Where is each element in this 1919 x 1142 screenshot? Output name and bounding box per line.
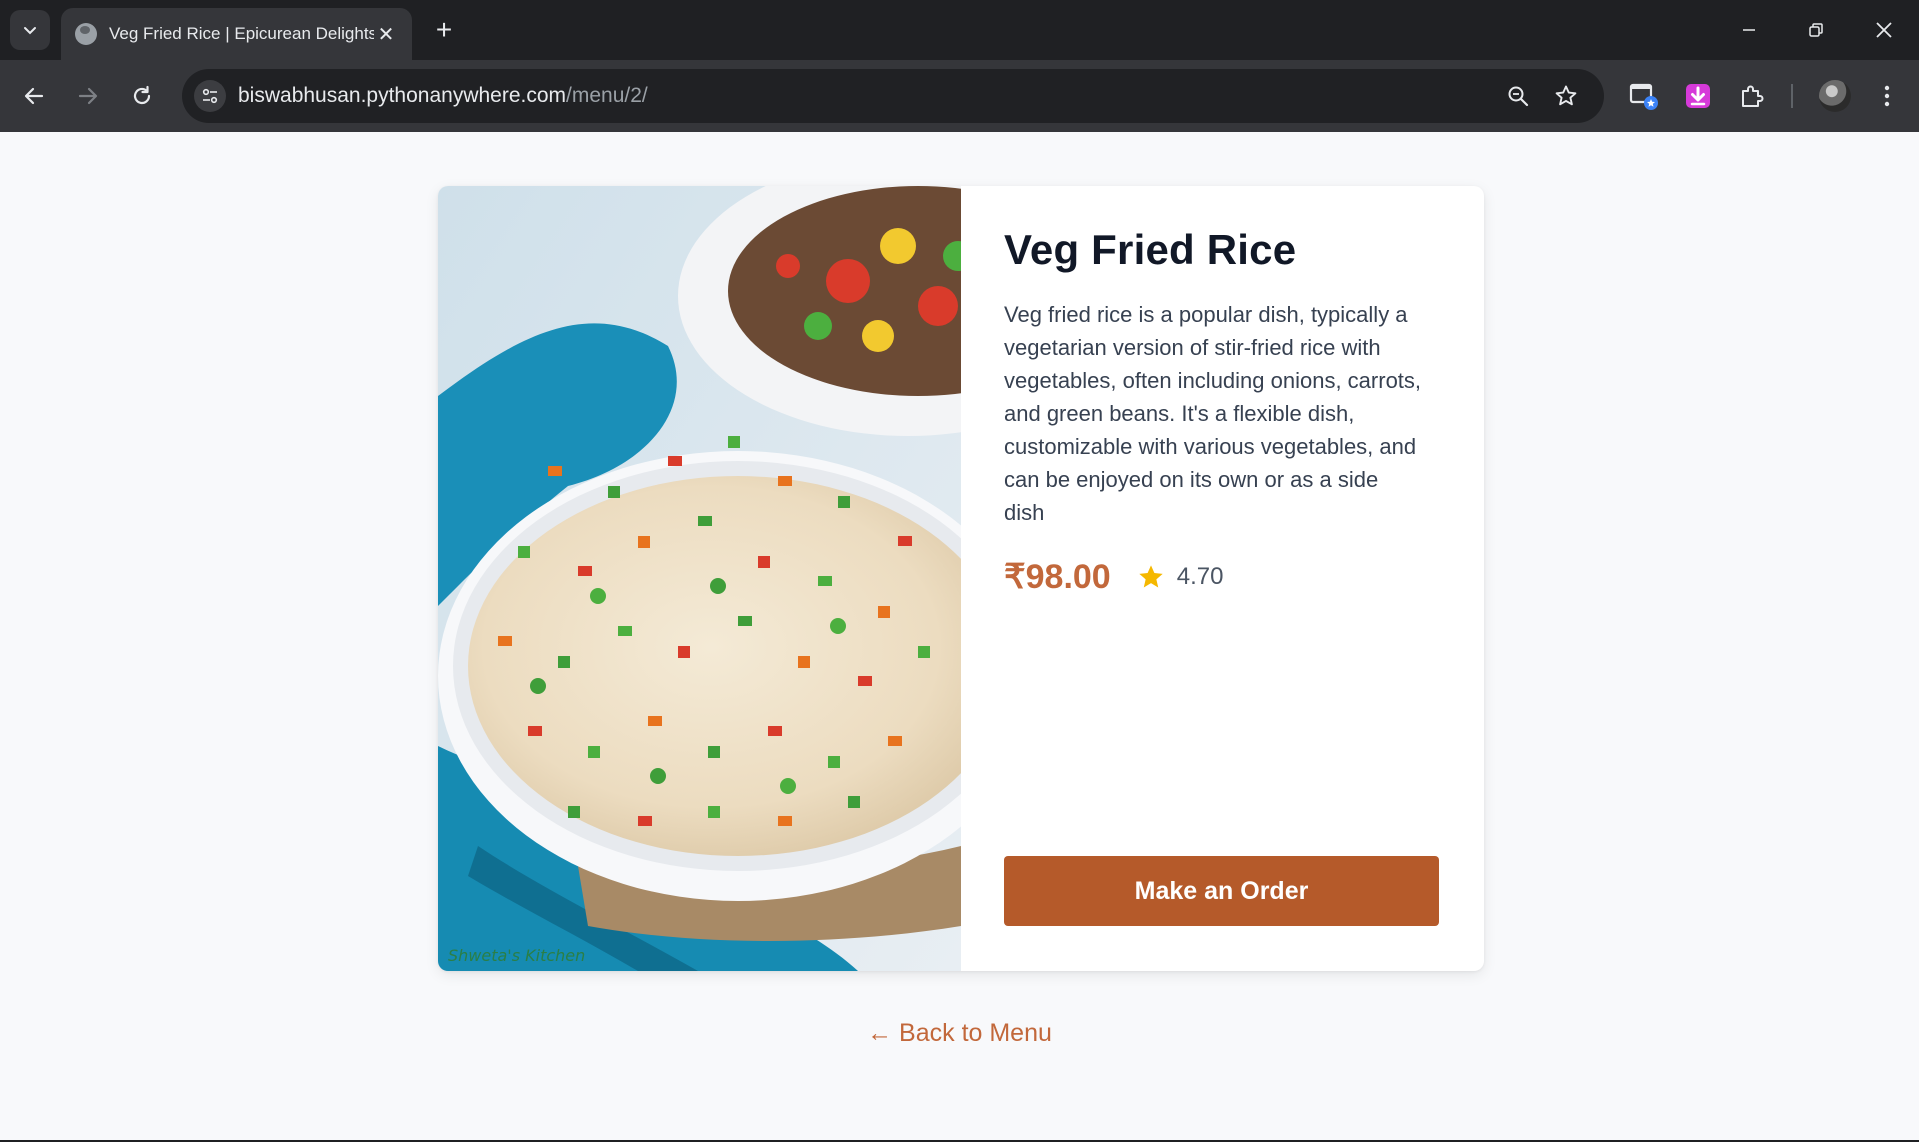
reload-icon bbox=[133, 85, 151, 105]
dish-card: Shweta's Kitchen Veg Fried Rice Veg frie… bbox=[438, 186, 1484, 971]
dish-image: Shweta's Kitchen bbox=[438, 186, 961, 971]
site-settings-icon bbox=[202, 88, 218, 104]
window-close-button[interactable] bbox=[1864, 12, 1904, 48]
chevron-down-icon bbox=[24, 27, 36, 35]
bookmark-star-icon bbox=[1555, 85, 1577, 106]
download-extension-icon bbox=[1686, 84, 1710, 108]
page-content: Shweta's Kitchen Veg Fried Rice Veg frie… bbox=[0, 132, 1919, 1142]
back-link-container: ← Back to Menu bbox=[0, 1019, 1919, 1048]
globe-icon bbox=[75, 23, 97, 45]
dish-description: Veg fried rice is a popular dish, typica… bbox=[1004, 302, 1422, 525]
active-tab[interactable]: Veg Fried Rice | Epicurean Delights ✕ bbox=[61, 8, 412, 60]
zoom-button[interactable] bbox=[1504, 82, 1532, 110]
restore-button[interactable] bbox=[1796, 12, 1836, 48]
dish-title: Veg Fried Rice bbox=[1004, 226, 1297, 273]
cast-icon bbox=[1629, 83, 1658, 110]
kebab-menu-icon bbox=[1884, 85, 1890, 107]
dish-info: Veg Fried Rice Veg fried rice is a popul… bbox=[1004, 226, 1434, 597]
download-extension-button[interactable] bbox=[1680, 78, 1716, 114]
extensions-puzzle-icon bbox=[1742, 85, 1764, 107]
browser-toolbar: biswabhusan.pythonanywhere.com/menu/2/ bbox=[0, 60, 1919, 132]
browser-titlebar: Veg Fried Rice | Epicurean Delights ✕ + bbox=[0, 0, 1919, 60]
minimize-icon bbox=[1743, 29, 1755, 31]
back-to-menu-link[interactable]: ← Back to Menu bbox=[867, 1019, 1052, 1047]
restore-icon bbox=[1809, 23, 1823, 37]
make-order-button[interactable]: Make an Order bbox=[1004, 856, 1439, 926]
tab-search-button[interactable] bbox=[10, 10, 50, 50]
dish-price: ₹98.00 bbox=[1004, 558, 1111, 596]
bookmark-button[interactable] bbox=[1552, 82, 1580, 110]
new-tab-button[interactable]: + bbox=[428, 14, 460, 46]
rating-star-icon bbox=[1139, 565, 1163, 588]
toolbar-divider bbox=[1791, 84, 1793, 108]
site-settings-button[interactable] bbox=[194, 80, 226, 112]
window-close-icon bbox=[1876, 22, 1892, 38]
back-arrow-icon bbox=[24, 87, 44, 105]
tab-title: Veg Fried Rice | Epicurean Delights bbox=[109, 24, 374, 43]
url-path: /menu/2/ bbox=[566, 84, 648, 107]
dish-meta: ₹98.00 4.70 bbox=[1004, 557, 1434, 597]
zoom-icon bbox=[1508, 86, 1529, 107]
reload-button[interactable] bbox=[124, 78, 160, 114]
address-bar[interactable]: biswabhusan.pythonanywhere.com/menu/2/ bbox=[182, 69, 1604, 123]
browser-menu-button[interactable] bbox=[1869, 78, 1905, 114]
cast-extension-button[interactable] bbox=[1626, 78, 1662, 114]
close-icon[interactable]: ✕ bbox=[374, 22, 398, 46]
forward-button[interactable] bbox=[70, 78, 106, 114]
extensions-button[interactable] bbox=[1734, 78, 1770, 114]
url-host: biswabhusan.pythonanywhere.com bbox=[238, 84, 567, 107]
url-text[interactable]: biswabhusan.pythonanywhere.com/menu/2/ bbox=[238, 84, 648, 108]
back-button[interactable] bbox=[16, 78, 52, 114]
forward-arrow-icon bbox=[78, 87, 98, 105]
profile-avatar[interactable] bbox=[1819, 80, 1851, 112]
image-watermark: Shweta's Kitchen bbox=[448, 946, 585, 965]
dish-rating: 4.70 bbox=[1176, 563, 1224, 590]
minimize-button[interactable] bbox=[1729, 12, 1769, 48]
